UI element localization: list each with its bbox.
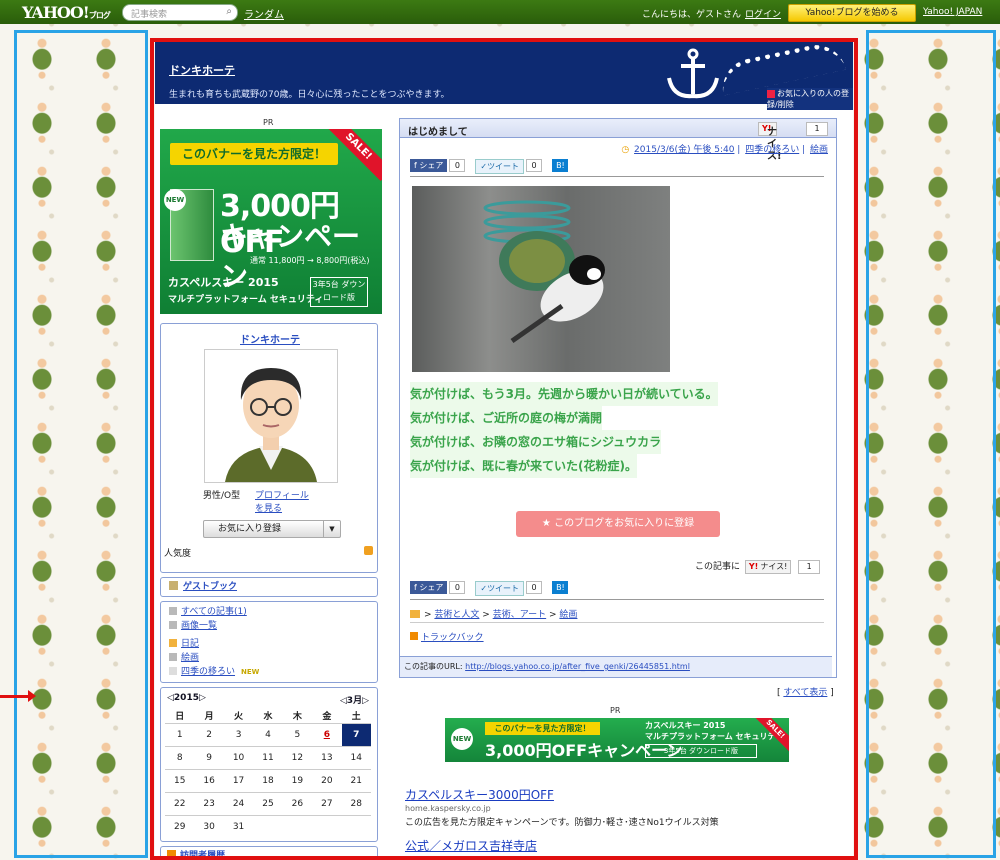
search-icon[interactable]: ⌕ bbox=[226, 6, 232, 17]
start-blog-button[interactable]: Yahoo!ブログを始める bbox=[788, 4, 916, 22]
yahoo-blog-logo[interactable]: YAHOO!ブログ bbox=[22, 3, 111, 22]
yahoo-topbar: YAHOO!ブログ 記事検索 ⌕ ランダム こんにちは、ゲストさん ログイン Y… bbox=[0, 0, 1000, 24]
yahoo-japan-link[interactable]: Yahoo! JAPAN bbox=[923, 7, 982, 17]
random-link[interactable]: ランダム bbox=[244, 6, 284, 21]
login-link[interactable]: ログイン bbox=[745, 7, 781, 20]
right-margin-highlight bbox=[866, 30, 996, 858]
red-arrow-marker bbox=[0, 690, 36, 702]
main-content-highlight bbox=[150, 38, 858, 860]
left-margin-highlight bbox=[14, 30, 148, 858]
greeting-text: こんにちは、ゲストさん bbox=[642, 10, 742, 20]
article-search-input[interactable]: 記事検索 ⌕ bbox=[122, 4, 238, 21]
